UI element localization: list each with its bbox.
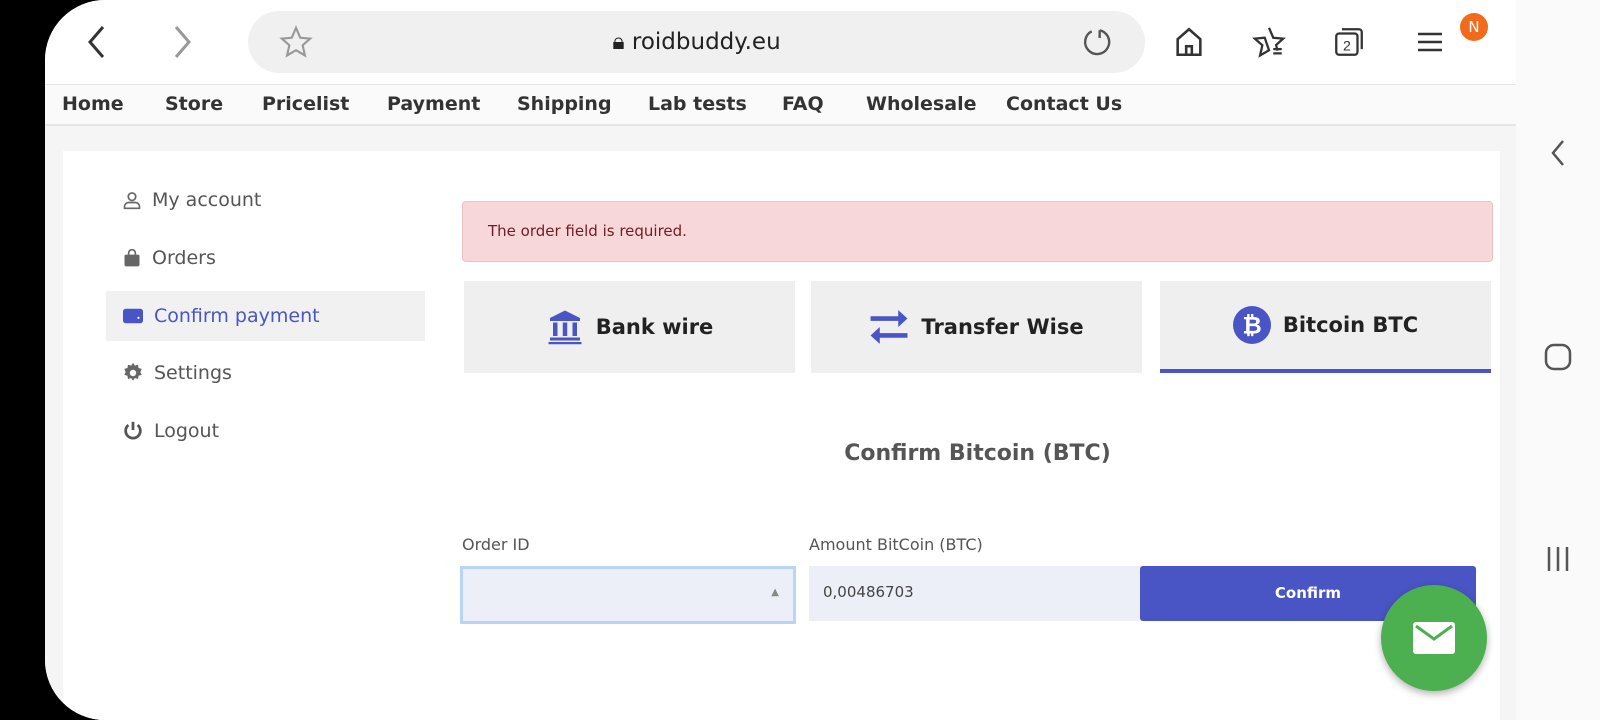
sidebar-item-my-account[interactable]: My account [106, 175, 425, 225]
bitcoin-icon: ₿ [1232, 306, 1271, 344]
account-panel: My account Orders Confirm payment Settin… [63, 151, 1500, 720]
home-icon[interactable] [1167, 20, 1211, 64]
nav-payment[interactable]: Payment [387, 93, 480, 115]
nav-wholesale[interactable]: Wholesale [866, 93, 976, 115]
chevron-up-icon: ▲ [771, 587, 779, 598]
nav-pricelist[interactable]: Pricelist [262, 93, 349, 115]
contact-mail-button[interactable] [1381, 585, 1487, 691]
order-id-label: Order ID [462, 535, 530, 554]
sidebar-item-label: My account [152, 189, 262, 211]
shopping-bag-icon [124, 248, 140, 267]
nav-faq[interactable]: FAQ [782, 93, 824, 115]
sidebar-item-confirm-payment[interactable]: Confirm payment [106, 291, 425, 341]
url-text: roidbuddy.eu [631, 29, 781, 55]
sidebar-item-label: Logout [154, 420, 220, 442]
amount-input[interactable]: 0,00486703 [809, 566, 1144, 621]
menu-icon[interactable] [1408, 20, 1452, 64]
gear-icon [124, 362, 142, 381]
tab-label: Bank wire [595, 315, 714, 339]
forward-button[interactable] [160, 20, 204, 64]
amount-label: Amount BitCoin (BTC) [809, 535, 983, 554]
menu-badge: N [1460, 13, 1488, 41]
tab-transfer-wise[interactable]: Transfer Wise [811, 281, 1142, 373]
address-bar[interactable]: 🔒︎ roidbuddy.eu [248, 11, 1145, 73]
svg-text:₿: ₿ [1242, 312, 1261, 340]
tab-label: Transfer Wise [921, 315, 1084, 339]
bookmarks-icon[interactable] [1247, 20, 1291, 64]
back-button[interactable] [75, 20, 119, 64]
form-heading: Confirm Bitcoin (BTC) [844, 441, 1111, 466]
system-home-button[interactable] [1516, 342, 1600, 376]
order-id-select[interactable]: ▲ [460, 566, 796, 624]
system-nav-bar [1516, 0, 1600, 720]
tab-bitcoin-btc[interactable]: ₿ Bitcoin BTC [1160, 281, 1491, 373]
error-alert: The order field is required. [462, 201, 1493, 262]
sidebar-item-label: Orders [152, 247, 216, 269]
page-content: My account Orders Confirm payment Settin… [45, 126, 1516, 720]
nav-contact-us[interactable]: Contact Us [1006, 93, 1122, 115]
system-recents-button[interactable] [1516, 545, 1600, 577]
tab-label: Bitcoin BTC [1282, 313, 1419, 337]
tabs-button[interactable]: 2 [1327, 20, 1371, 64]
lock-icon: 🔒︎ [612, 29, 625, 55]
nav-lab-tests[interactable]: Lab tests [648, 93, 747, 115]
reload-icon[interactable] [1075, 20, 1119, 64]
tab-count: 2 [1343, 39, 1351, 55]
sidebar-item-logout[interactable]: Logout [106, 406, 425, 456]
tab-bank-wire[interactable]: Bank wire [464, 281, 795, 373]
browser-window: 🔒︎ roidbuddy.eu 2 N Home Store Pricelist… [45, 0, 1516, 720]
sidebar-item-orders[interactable]: Orders [106, 233, 425, 283]
nav-store[interactable]: Store [165, 93, 223, 115]
sidebar-item-label: Settings [154, 362, 232, 384]
site-nav: Home Store Pricelist Payment Shipping La… [45, 84, 1516, 126]
nav-shipping[interactable]: Shipping [517, 93, 612, 115]
bank-icon [548, 310, 582, 345]
mail-icon [1413, 622, 1455, 654]
browser-toolbar: 🔒︎ roidbuddy.eu 2 N [45, 0, 1516, 84]
sidebar-item-label: Confirm payment [154, 305, 320, 327]
transfer-arrows-icon [870, 310, 908, 344]
system-back-button[interactable] [1516, 138, 1600, 172]
power-icon [124, 421, 142, 440]
nav-home[interactable]: Home [62, 93, 124, 115]
user-icon [123, 192, 141, 210]
sidebar-item-settings[interactable]: Settings [106, 348, 425, 398]
wallet-icon [123, 308, 143, 324]
